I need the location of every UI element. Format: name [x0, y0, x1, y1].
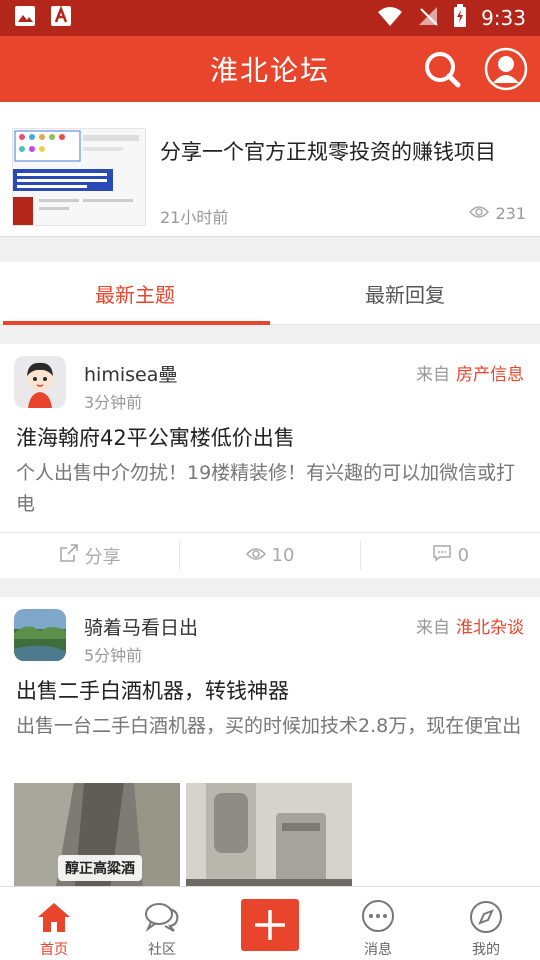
- eye-icon: [245, 545, 266, 566]
- nav-home-label: 首页: [40, 942, 68, 958]
- post-source: 来自 淮北杂谈: [416, 613, 524, 638]
- chat-bubbles-icon: [144, 899, 180, 935]
- post-time: 5分钟前: [84, 646, 143, 665]
- featured-post-card[interactable]: 分享一个官方正规零投资的赚钱项目 21小时前 231: [0, 102, 540, 237]
- post-forum-link[interactable]: 淮北杂谈: [456, 618, 524, 638]
- post-tabs: 最新主题 最新回复: [0, 262, 540, 325]
- message-icon: [360, 899, 396, 935]
- featured-post-time: 21小时前: [160, 208, 229, 227]
- user-avatar-icon[interactable]: [484, 47, 528, 91]
- post-source-label: 来自: [416, 618, 450, 638]
- post-image[interactable]: 醇正高粱酒: [14, 783, 180, 897]
- list-item[interactable]: 骑着马看日出 5分钟前 来自 淮北杂谈 出售二手白酒机器，转钱神器 出售一台二手白…: [0, 597, 540, 897]
- share-button[interactable]: 分享: [0, 533, 179, 578]
- featured-post-view-count: 231: [495, 204, 526, 223]
- app-notification-icon: [50, 5, 72, 31]
- plus-icon: [241, 899, 299, 951]
- featured-post-thumbnail: [12, 128, 146, 226]
- compass-icon: [468, 899, 504, 935]
- status-bar: 9:33: [0, 0, 540, 36]
- image-caption: 醇正高粱酒: [65, 861, 135, 877]
- post-image[interactable]: [186, 783, 352, 897]
- list-item[interactable]: himisea壘 3分钟前 来自 房产信息 淮海翰府42平公寓楼低价出售 个人出售…: [0, 344, 540, 578]
- eye-icon: [469, 204, 490, 223]
- post-excerpt: 个人出售中介勿扰！19楼精装修！有兴趣的可以加微信或打电: [16, 462, 516, 515]
- featured-post-title: 分享一个官方正规零投资的赚钱项目: [160, 140, 496, 164]
- nav-home[interactable]: 首页: [0, 887, 108, 960]
- tab-latest-replies[interactable]: 最新回复: [270, 262, 540, 324]
- post-author[interactable]: himisea壘: [84, 360, 177, 387]
- nav-messages-label: 消息: [364, 942, 392, 958]
- featured-post-views: 231: [469, 204, 526, 223]
- nav-messages[interactable]: 消息: [324, 887, 432, 960]
- clock-time: 9:33: [481, 6, 526, 30]
- view-count-value: 10: [271, 545, 295, 566]
- no-signal-icon: [417, 5, 439, 32]
- search-icon[interactable]: [422, 49, 462, 89]
- post-author[interactable]: 骑着马看日出: [84, 613, 198, 640]
- bottom-navigation: 首页 社区 消息 我的: [0, 886, 540, 960]
- app-header: 淮北论坛: [0, 36, 540, 102]
- nav-mine-label: 我的: [472, 942, 500, 958]
- app-screen: 9:33 淮北论坛 分享一个官方正规零投资的赚钱项目 21小时前 231 最新主…: [0, 0, 540, 960]
- comment-icon: [432, 544, 452, 567]
- nav-new-post[interactable]: [216, 887, 324, 960]
- share-label: 分享: [84, 546, 121, 568]
- post-title: 淮海翰府42平公寓楼低价出售: [16, 426, 295, 450]
- avatar[interactable]: [14, 609, 66, 661]
- page-title: 淮北论坛: [209, 54, 330, 87]
- nav-community-label: 社区: [148, 942, 176, 958]
- battery-charging-icon: [453, 3, 467, 33]
- post-time: 3分钟前: [84, 393, 143, 412]
- post-source: 来自 房产信息: [416, 360, 524, 385]
- image-notification-icon: [14, 5, 36, 31]
- avatar[interactable]: [14, 356, 66, 408]
- home-icon: [36, 899, 72, 935]
- nav-community[interactable]: 社区: [108, 887, 216, 960]
- view-count: 10: [180, 533, 359, 578]
- comment-button[interactable]: 0: [361, 533, 540, 578]
- post-source-label: 来自: [416, 365, 450, 385]
- post-excerpt: 出售一台二手白酒机器，买的时候加技术2.8万，现在便宜出: [16, 715, 522, 737]
- post-forum-link[interactable]: 房产信息: [456, 365, 524, 385]
- comment-count: 0: [457, 545, 470, 566]
- wifi-icon: [377, 5, 403, 32]
- post-title: 出售二手白酒机器，转钱神器: [16, 679, 289, 703]
- post-images: 醇正高粱酒: [14, 783, 352, 897]
- share-icon: [59, 543, 79, 568]
- tab-latest-topics[interactable]: 最新主题: [0, 262, 270, 325]
- nav-mine[interactable]: 我的: [432, 887, 540, 960]
- post-actions: 分享 10 0: [0, 532, 540, 578]
